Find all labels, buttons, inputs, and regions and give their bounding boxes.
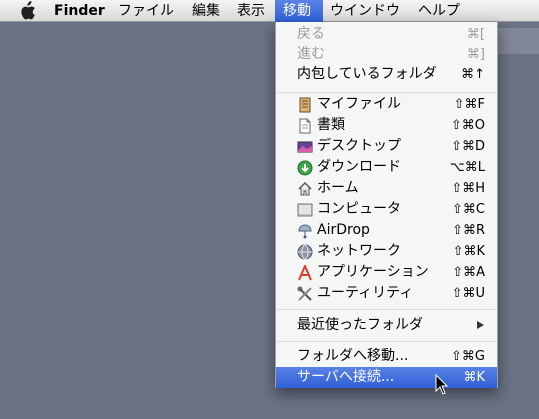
- shortcut: ⇧⌘H: [451, 181, 485, 196]
- utilities-icon: [297, 286, 312, 301]
- menubar-finder[interactable]: Finder: [46, 0, 113, 22]
- shortcut: ⌘[: [466, 27, 485, 42]
- menu-item-applications[interactable]: アプリケーション ⇧⌘A: [276, 262, 497, 283]
- shortcut: ⇧⌘G: [451, 349, 485, 364]
- menu-item-all-my-files[interactable]: マイファイル ⇧⌘F: [276, 94, 497, 115]
- menu-item-go-to-folder[interactable]: フォルダへ移動... ⇧⌘G: [276, 346, 497, 367]
- menu-separator: [277, 341, 496, 342]
- menu-item-airdrop[interactable]: AirDrop ⇧⌘R: [276, 220, 497, 241]
- mouse-pointer-icon: [435, 374, 449, 395]
- shortcut: ⌘K: [463, 370, 485, 385]
- shortcut: ⌥⌘L: [449, 160, 485, 175]
- go-menu: 戻る ⌘[ 進む ⌘] 内包しているフォルダ ⌘↑ マイファイル ⇧⌘F 書類 …: [275, 22, 498, 388]
- menu-item-back[interactable]: 戻る ⌘[: [276, 24, 497, 45]
- menu-item-computer[interactable]: コンピュータ ⇧⌘C: [276, 199, 497, 220]
- all-my-files-icon: [299, 97, 311, 113]
- home-icon: [298, 181, 312, 196]
- menubar-go[interactable]: 移動: [275, 0, 323, 22]
- menu-item-downloads[interactable]: ダウンロード ⌥⌘L: [276, 157, 497, 178]
- menu-item-forward[interactable]: 進む ⌘]: [276, 44, 497, 65]
- shortcut: ⇧⌘O: [450, 118, 485, 133]
- menu-item-home[interactable]: ホーム ⇧⌘H: [276, 178, 497, 199]
- shortcut: ⌘↑: [461, 67, 485, 82]
- menu-item-network[interactable]: ネットワーク ⇧⌘K: [276, 241, 497, 262]
- computer-icon: [297, 203, 313, 217]
- network-icon: [297, 244, 313, 260]
- shortcut: ⇧⌘A: [452, 265, 485, 280]
- menu-item-recent-folders[interactable]: 最近使ったフォルダ: [276, 315, 497, 336]
- menu-separator: [277, 92, 496, 93]
- shortcut: ⇧⌘U: [451, 286, 485, 301]
- menubar-file[interactable]: ファイル: [110, 0, 182, 22]
- downloads-icon: [297, 160, 313, 176]
- menubar-help[interactable]: ヘルプ: [410, 0, 468, 22]
- menu-item-utilities[interactable]: ユーティリティ ⇧⌘U: [276, 283, 497, 304]
- airdrop-icon: [298, 224, 312, 239]
- shortcut: ⇧⌘D: [451, 139, 485, 154]
- menu-bar: Finder ファイル 編集 表示 移動 ウインドウ ヘルプ: [0, 0, 539, 22]
- menubar-window[interactable]: ウインドウ: [322, 0, 408, 22]
- applications-icon: [298, 265, 312, 281]
- menu-item-enclosing-folder[interactable]: 内包しているフォルダ ⌘↑: [276, 64, 497, 85]
- menu-separator: [277, 309, 496, 310]
- shortcut: ⇧⌘C: [452, 202, 485, 217]
- menu-item-connect-to-server[interactable]: サーバへ接続... ⌘K: [276, 367, 497, 388]
- shortcut: ⌘]: [466, 47, 485, 62]
- shortcut: ⇧⌘R: [452, 223, 485, 238]
- menubar-view[interactable]: 表示: [229, 0, 273, 22]
- apple-logo-icon[interactable]: [18, 1, 36, 21]
- desktop-icon: [297, 141, 313, 153]
- shortcut: ⇧⌘K: [452, 244, 485, 259]
- shortcut: ⇧⌘F: [453, 97, 485, 112]
- menu-item-desktop[interactable]: デスクトップ ⇧⌘D: [276, 136, 497, 157]
- documents-icon: [299, 118, 311, 134]
- menu-item-documents[interactable]: 書類 ⇧⌘O: [276, 115, 497, 136]
- menubar-edit[interactable]: 編集: [184, 0, 228, 22]
- submenu-arrow-icon: [477, 321, 484, 329]
